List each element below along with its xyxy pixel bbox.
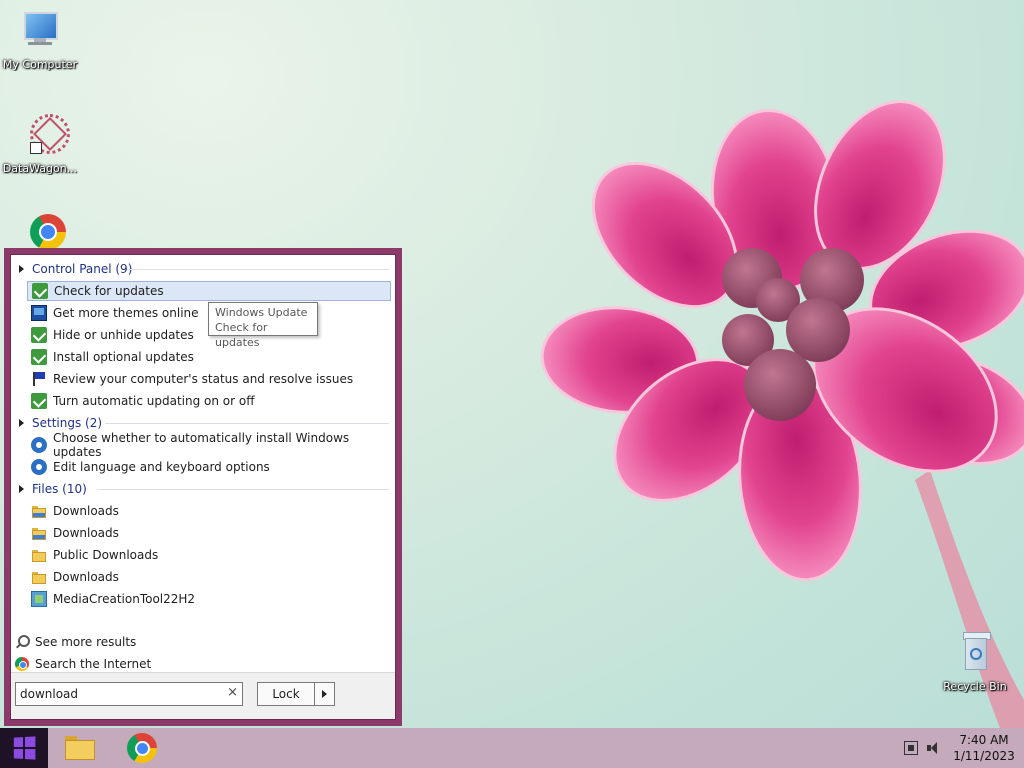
datawagon-icon <box>16 112 70 160</box>
expand-triangle-icon <box>19 265 24 273</box>
result-review-computer-status[interactable]: Review your computer's status and resolv… <box>27 369 391 389</box>
search-the-internet-label: Search the Internet <box>35 657 152 671</box>
result-label: Check for updates <box>54 284 164 298</box>
expand-triangle-icon <box>19 485 24 493</box>
group-header-label: Settings (2) <box>32 416 103 430</box>
lock-button[interactable]: Lock <box>257 682 315 706</box>
search-box[interactable]: × <box>15 682 243 706</box>
windows-update-icon <box>32 283 48 299</box>
folder-icon <box>31 547 47 563</box>
windows-logo-icon <box>13 736 36 760</box>
clock[interactable]: 7:40 AM 1/11/2023 <box>948 732 1020 764</box>
search-input[interactable] <box>20 684 216 704</box>
desktop-icon-label: Recycle Bin <box>943 680 1007 693</box>
see-more-results-link[interactable]: See more results <box>15 632 136 652</box>
group-divider <box>127 269 389 270</box>
result-choose-auto-install-updates[interactable]: Choose whether to automatically install … <box>27 431 391 459</box>
network-icon[interactable] <box>904 741 918 755</box>
result-label: Downloads <box>53 570 119 584</box>
search-icon <box>15 635 30 649</box>
result-label: MediaCreationTool22H2 <box>53 592 196 606</box>
search-the-internet-link[interactable]: Search the Internet <box>15 654 151 674</box>
result-label: Review your computer's status and resolv… <box>53 372 354 386</box>
taskbar-file-explorer[interactable] <box>60 730 100 766</box>
result-label: Public Downloads <box>53 548 159 562</box>
result-install-optional-updates[interactable]: Install optional updates <box>27 347 391 367</box>
file-explorer-icon <box>65 736 95 760</box>
clock-date: 1/11/2023 <box>953 749 1015 763</box>
downloads-folder-icon <box>31 503 47 519</box>
result-label: Turn automatic updating on or off <box>53 394 255 408</box>
result-public-downloads[interactable]: Public Downloads <box>27 545 391 565</box>
chrome-icon <box>127 733 157 763</box>
desktop-icon-label: DataWagon... <box>2 162 78 175</box>
desktop-icon-label: My Computer <box>2 58 78 71</box>
result-label: Get more themes online <box>53 306 199 320</box>
group-header-label: Control Panel (9) <box>32 262 133 276</box>
result-downloads-1[interactable]: Downloads <box>27 501 391 521</box>
result-label: Downloads <box>53 504 119 518</box>
start-button[interactable] <box>0 728 48 768</box>
see-more-results-label: See more results <box>35 635 137 649</box>
windows-update-icon <box>31 349 47 365</box>
tooltip-line-1: Windows Update <box>215 306 308 319</box>
group-header-label: Files (10) <box>32 482 87 496</box>
result-label: Edit language and keyboard options <box>53 460 270 474</box>
recycle-bin-icon <box>951 630 999 678</box>
downloads-folder-icon <box>31 525 47 541</box>
desktop-icon-recycle-bin[interactable]: Recycle Bin <box>935 630 1015 693</box>
desktop-icon-my-computer[interactable]: My Computer <box>0 8 80 71</box>
lock-button-label: Lock <box>272 687 300 701</box>
taskbar: 7:40 AM 1/11/2023 <box>0 728 1024 768</box>
result-label: Downloads <box>53 526 119 540</box>
installer-icon <box>31 591 47 607</box>
system-tray: 7:40 AM 1/11/2023 <box>904 728 1024 768</box>
expand-triangle-icon <box>19 419 24 427</box>
gear-icon <box>31 437 47 453</box>
group-divider <box>97 489 389 490</box>
windows-update-icon <box>31 327 47 343</box>
search-area: × Lock <box>11 672 395 719</box>
computer-icon <box>16 8 64 56</box>
result-label: Choose whether to automatically install … <box>53 431 350 459</box>
tooltip: Windows Update Check for updates <box>208 302 318 349</box>
monitor-icon <box>31 305 47 321</box>
action-center-flag-icon <box>31 371 47 387</box>
result-turn-automatic-updating[interactable]: Turn automatic updating on or off <box>27 391 391 411</box>
taskbar-chrome[interactable] <box>122 730 162 766</box>
clear-search-icon[interactable]: × <box>227 685 238 700</box>
result-label: Hide or unhide updates <box>53 328 194 342</box>
clock-time: 7:40 AM <box>959 733 1009 747</box>
result-downloads-3[interactable]: Downloads <box>27 567 391 587</box>
tooltip-line-2: Check for updates <box>215 321 268 349</box>
chrome-icon <box>15 657 29 671</box>
folder-icon <box>31 569 47 585</box>
group-header-settings[interactable]: Settings (2) <box>17 415 389 431</box>
group-divider <box>105 423 389 424</box>
result-label: Install optional updates <box>53 350 194 364</box>
power-options-arrow-button[interactable] <box>315 682 335 706</box>
start-menu: Control Panel (9) Check for updates Get … <box>4 248 402 726</box>
volume-icon[interactable] <box>926 741 940 755</box>
group-header-control-panel[interactable]: Control Panel (9) <box>17 261 389 277</box>
group-header-files[interactable]: Files (10) <box>17 481 389 497</box>
windows-update-icon <box>31 393 47 409</box>
gear-icon <box>31 459 47 475</box>
result-media-creation-tool[interactable]: MediaCreationTool22H2 <box>27 589 391 609</box>
result-check-for-updates[interactable]: Check for updates <box>27 281 391 301</box>
result-edit-language-keyboard[interactable]: Edit language and keyboard options <box>27 457 391 477</box>
result-downloads-2[interactable]: Downloads <box>27 523 391 543</box>
start-menu-results-panel: Control Panel (9) Check for updates Get … <box>10 254 396 720</box>
desktop-icon-datawagon[interactable]: DataWagon... <box>0 112 80 175</box>
